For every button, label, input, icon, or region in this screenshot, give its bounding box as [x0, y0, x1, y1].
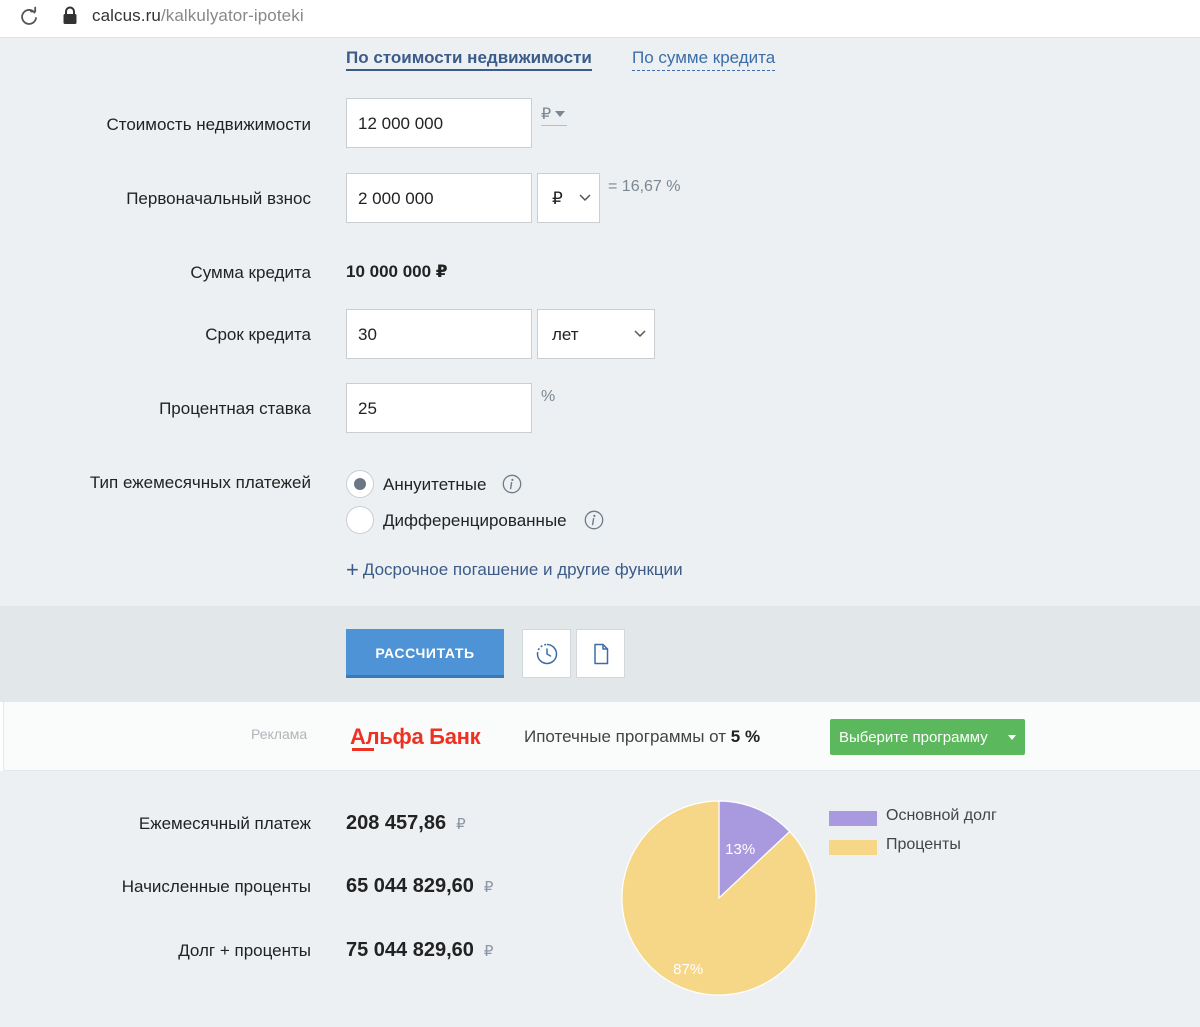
total-debt-currency: ₽	[483, 943, 494, 960]
credit-term-unit-value: лет	[552, 325, 579, 344]
monthly-payment-amount: 208 457,86	[346, 812, 447, 834]
url-path: /kalkulyator-ipoteki	[160, 6, 304, 25]
down-payment-percent: = 16,67 %	[608, 178, 681, 195]
caret-down-icon	[555, 111, 565, 117]
legend-label: Основной долг	[886, 807, 997, 824]
monthly-payment-value: 208 457,86 ₽	[346, 812, 466, 835]
ad-text: Ипотечные программы от 5 %	[524, 727, 760, 747]
accrued-interest-amount: 65 044 829,60	[346, 875, 474, 897]
tab-by-credit-sum[interactable]: По сумме кредита	[632, 48, 776, 71]
info-icon[interactable]	[584, 510, 604, 530]
export-document-button[interactable]	[576, 629, 625, 678]
radio-annuity[interactable]	[346, 470, 374, 498]
ad-rate: 5 %	[730, 727, 761, 746]
interest-rate-unit: %	[541, 388, 556, 405]
radio-differentiated[interactable]	[346, 506, 374, 534]
radio-annuity-label[interactable]: Аннуитетные	[383, 475, 486, 495]
monthly-payment-currency: ₽	[456, 816, 466, 833]
browser-url-bar: calcus.ru/kalkulyator-ipoteki	[0, 0, 1200, 38]
action-bar: РАССЧИТАТЬ	[0, 606, 1200, 702]
credit-term-input[interactable]: 30	[346, 309, 532, 359]
choose-program-button[interactable]: Выберите программу	[830, 719, 1025, 755]
down-payment-unit-value: ₽	[552, 189, 563, 208]
total-debt-amount: 75 044 829,60	[346, 939, 474, 961]
credit-term-label: Срок кредита	[205, 325, 311, 344]
property-cost-input[interactable]: 12 000 000	[346, 98, 532, 148]
legend-swatch	[829, 811, 877, 826]
history-button[interactable]	[522, 629, 571, 678]
chevron-down-icon	[634, 330, 646, 338]
monthly-payment-label: Ежемесячный платеж	[138, 814, 311, 833]
accrued-interest-currency: ₽	[483, 879, 494, 896]
payment-type-label: Тип ежемесячных платежей	[89, 473, 311, 492]
results-panel: Ежемесячный платеж 208 457,86 ₽ Начисленн…	[0, 771, 1200, 1027]
pie-slice-label-2: 87%	[673, 961, 703, 978]
property-currency-dropdown[interactable]: ₽	[541, 104, 567, 126]
ad-text-prefix: Ипотечные программы от	[524, 727, 727, 746]
down-payment-unit-select[interactable]: ₽	[537, 173, 600, 223]
early-repayment-link[interactable]: + Досрочное погашение и другие функции	[346, 557, 683, 582]
interest-rate-input[interactable]: 25	[346, 383, 532, 433]
credit-sum-value: 10 000 000 ₽	[346, 262, 448, 281]
caret-down-icon	[1008, 735, 1016, 740]
chevron-down-icon	[579, 194, 591, 202]
total-debt-label: Долг + проценты	[178, 941, 311, 960]
info-icon[interactable]	[502, 474, 522, 494]
document-icon	[594, 643, 609, 665]
alfa-bank-logo[interactable]: Альфа Банк	[350, 724, 481, 750]
alfa-bank-logo-underline	[352, 748, 374, 751]
accrued-interest-label: Начисленные проценты	[121, 877, 311, 896]
tab-by-property-cost[interactable]: По стоимости недвижимости	[346, 48, 592, 71]
ad-label: Реклама	[251, 726, 308, 742]
accrued-interest-value: 65 044 829,60 ₽	[346, 875, 493, 898]
pie-slice-label-1: 13%	[725, 841, 755, 858]
payment-structure-pie-chart: 13% 87%	[621, 800, 817, 996]
choose-program-button-label: Выберите программу	[839, 729, 988, 746]
early-repayment-link-text: Досрочное погашение и другие функции	[362, 560, 683, 579]
credit-sum-label: Сумма кредита	[190, 263, 311, 282]
total-debt-value: 75 044 829,60 ₽	[346, 939, 493, 962]
lock-icon	[63, 6, 77, 24]
ad-banner[interactable]: Реклама Альфа Банк Ипотечные программы о…	[3, 702, 1200, 771]
legend-swatch	[829, 840, 877, 855]
mortgage-form: По стоимости недвижимости По сумме креди…	[0, 38, 1200, 606]
down-payment-label: Первоначальный взнос	[126, 189, 311, 208]
currency-symbol: ₽	[541, 106, 552, 123]
url-text[interactable]: calcus.ru/kalkulyator-ipoteki	[92, 6, 304, 26]
interest-rate-label: Процентная ставка	[159, 399, 311, 418]
reload-icon[interactable]	[18, 6, 40, 28]
down-payment-input[interactable]: 2 000 000	[346, 173, 532, 223]
calculate-button[interactable]: РАССЧИТАТЬ	[346, 629, 504, 678]
clock-icon	[536, 643, 558, 665]
url-domain: calcus.ru	[92, 6, 161, 25]
property-cost-label: Стоимость недвижимости	[106, 115, 311, 134]
radio-differentiated-label[interactable]: Дифференцированные	[383, 511, 567, 531]
legend-label: Проценты	[886, 836, 961, 853]
credit-term-unit-select[interactable]: лет	[537, 309, 655, 359]
plus-icon: +	[346, 557, 359, 582]
